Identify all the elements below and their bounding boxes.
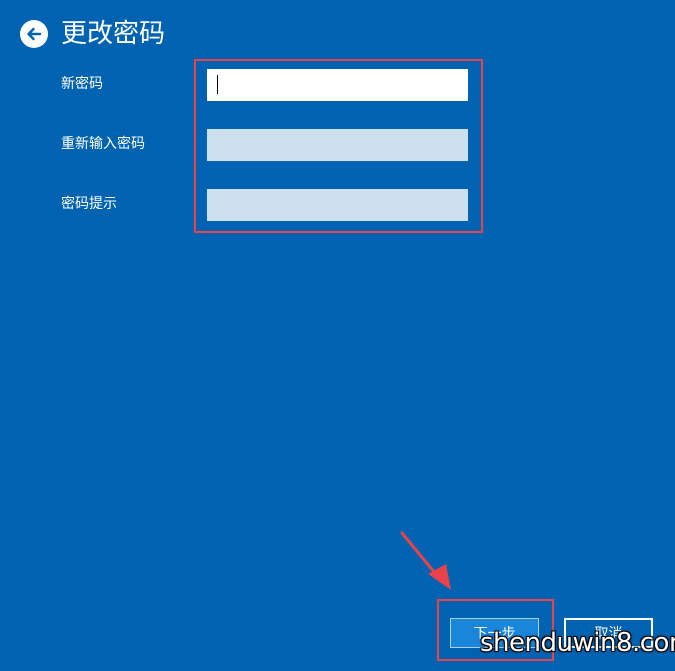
new-password-label: 新密码: [61, 76, 103, 92]
back-button[interactable]: [20, 20, 48, 48]
confirm-password-label: 重新输入密码: [61, 136, 145, 152]
watermark-text: shenduwin8.com: [480, 628, 675, 658]
fields-highlight-box: [194, 59, 483, 233]
password-hint-label: 密码提示: [61, 196, 117, 212]
page-title: 更改密码: [61, 19, 166, 49]
page-header: 更改密码: [20, 18, 165, 50]
pointer-arrow-icon: [400, 531, 451, 590]
arrow-left-icon: [27, 27, 42, 41]
